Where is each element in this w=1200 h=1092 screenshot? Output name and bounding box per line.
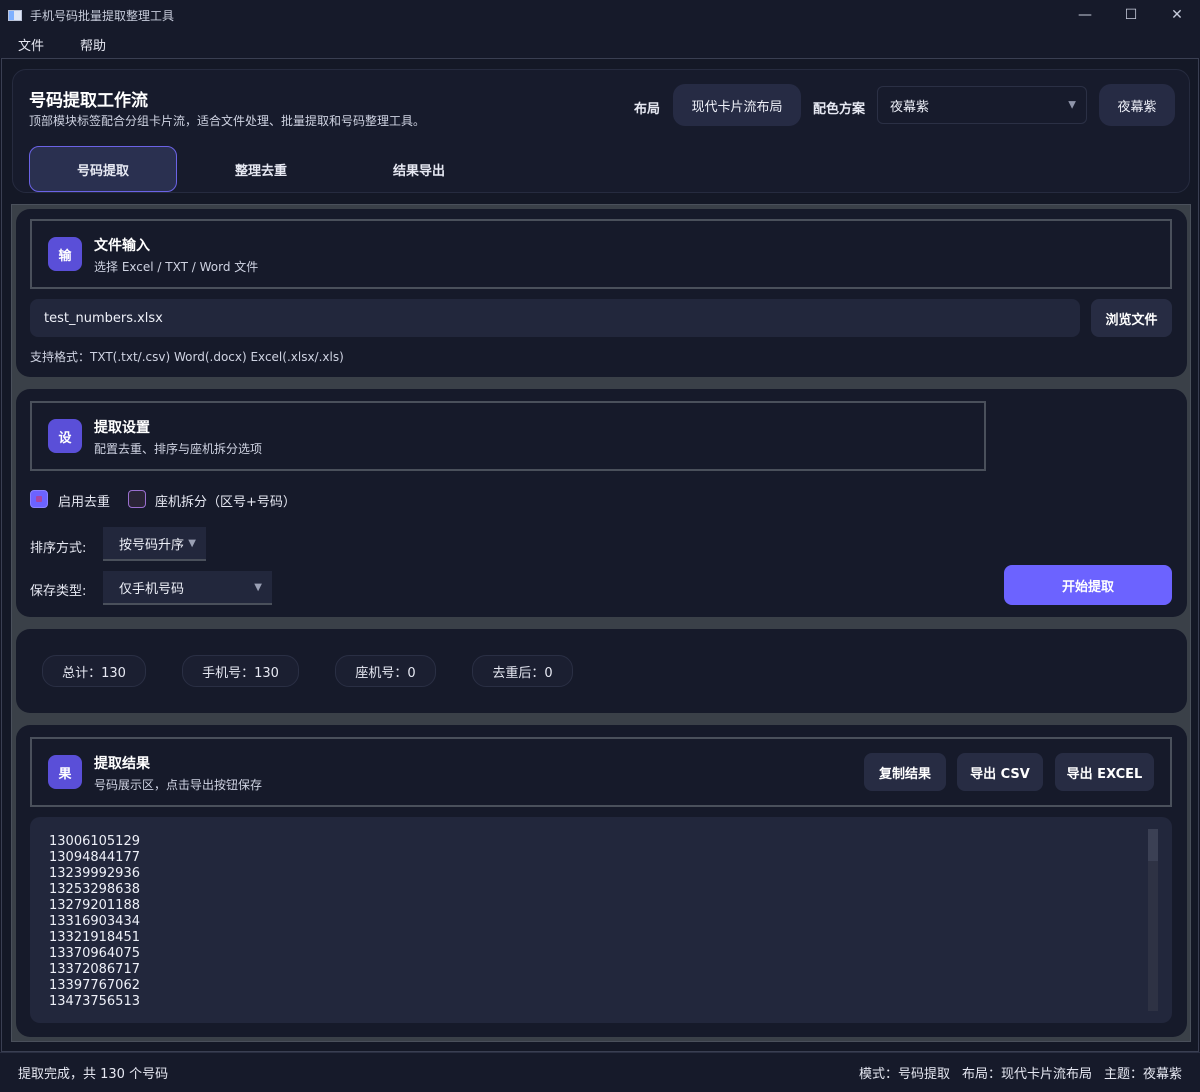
browse-file-button[interactable]: 浏览文件 bbox=[1091, 299, 1172, 337]
list-item: 13094844177 bbox=[49, 850, 140, 865]
results-badge: 果 bbox=[48, 755, 82, 789]
results-textarea[interactable]: 13006105129 13094844177 13239992936 1325… bbox=[30, 817, 1172, 1023]
tab-dedupe[interactable]: 整理去重 bbox=[187, 146, 335, 192]
file-input-panel: 输 文件输入 选择 Excel / TXT / Word 文件 test_num… bbox=[16, 209, 1187, 377]
list-item: 13279201188 bbox=[49, 898, 140, 913]
list-item: 13473756513 bbox=[49, 994, 140, 1009]
stat-landline: 座机号：0 bbox=[335, 655, 436, 687]
scrollbar-thumb[interactable] bbox=[1148, 829, 1158, 861]
export-csv-button[interactable]: 导出 CSV bbox=[957, 753, 1043, 791]
window-controls: — ☐ ✕ bbox=[1062, 0, 1200, 30]
results-subtitle: 号码展示区，点击导出按钮保存 bbox=[94, 778, 263, 792]
menu-file[interactable]: 文件 bbox=[0, 35, 62, 54]
list-item: 13370964075 bbox=[49, 946, 140, 961]
status-mode: 模式：号码提取 bbox=[858, 1067, 950, 1082]
start-extract-button[interactable]: 开始提取 bbox=[1004, 565, 1172, 605]
scheme-label: 配色方案 bbox=[813, 102, 866, 117]
tab-extract[interactable]: 号码提取 bbox=[29, 146, 177, 192]
stat-total: 总计：130 bbox=[42, 655, 146, 687]
chevron-down-icon: ▼ bbox=[188, 537, 196, 549]
window-title: 手机号码批量提取整理工具 bbox=[30, 8, 175, 23]
results-header: 果 提取结果 号码展示区，点击导出按钮保存 复制结果 导出 CSV 导出 EXC… bbox=[30, 737, 1172, 807]
menu-help[interactable]: 帮助 bbox=[62, 35, 124, 54]
sort-select-value: 按号码升序 bbox=[119, 537, 185, 553]
page-title: 号码提取工作流 bbox=[29, 91, 148, 111]
theme-button[interactable]: 夜幕紫 bbox=[1099, 84, 1175, 126]
dedupe-label: 启用去重 bbox=[58, 495, 111, 510]
chevron-down-icon: ▼ bbox=[1068, 99, 1076, 111]
title-bar: 手机号码批量提取整理工具 — ☐ ✕ bbox=[0, 0, 1200, 30]
stat-mobile: 手机号：130 bbox=[182, 655, 299, 687]
results-title: 提取结果 bbox=[94, 756, 150, 772]
status-theme: 主题：夜幕紫 bbox=[1103, 1067, 1182, 1082]
scheme-select[interactable]: 夜幕紫 ▼ bbox=[877, 86, 1087, 124]
maximize-icon[interactable]: ☐ bbox=[1108, 0, 1154, 30]
results-list: 13006105129 13094844177 13239992936 1325… bbox=[49, 834, 140, 1010]
settings-header: 设 提取设置 配置去重、排序与座机拆分选项 bbox=[30, 401, 986, 471]
app-icon bbox=[8, 9, 22, 21]
status-info: 模式：号码提取 布局：现代卡片流布局 主题：夜幕紫 bbox=[859, 1063, 1182, 1082]
dedupe-checkbox[interactable] bbox=[30, 490, 48, 508]
page-subtitle: 顶部模块标签配合分组卡片流，适合文件处理、批量提取和号码整理工具。 bbox=[29, 114, 426, 128]
settings-badge: 设 bbox=[48, 419, 82, 453]
close-icon[interactable]: ✕ bbox=[1154, 0, 1200, 30]
header-card: 号码提取工作流 顶部模块标签配合分组卡片流，适合文件处理、批量提取和号码整理工具… bbox=[12, 69, 1190, 193]
landline-split-label: 座机拆分（区号+号码） bbox=[155, 495, 296, 510]
settings-title: 提取设置 bbox=[94, 420, 150, 436]
landline-split-checkbox[interactable] bbox=[128, 490, 146, 508]
content-area: 输 文件输入 选择 Excel / TXT / Word 文件 test_num… bbox=[11, 204, 1191, 1042]
save-type-select-value: 仅手机号码 bbox=[119, 581, 185, 597]
file-input-header: 输 文件输入 选择 Excel / TXT / Word 文件 bbox=[30, 219, 1172, 289]
copy-results-button[interactable]: 复制结果 bbox=[864, 753, 946, 791]
file-input-badge: 输 bbox=[48, 237, 82, 271]
tab-export[interactable]: 结果导出 bbox=[345, 146, 493, 192]
list-item: 13372086717 bbox=[49, 962, 140, 977]
menu-bar: 文件 帮助 bbox=[0, 30, 1200, 58]
stats-panel: 总计：130 手机号：130 座机号：0 去重后：0 bbox=[16, 629, 1187, 713]
chevron-down-icon: ▼ bbox=[254, 581, 262, 593]
settings-subtitle: 配置去重、排序与座机拆分选项 bbox=[94, 442, 263, 456]
scheme-select-value: 夜幕紫 bbox=[890, 99, 930, 115]
list-item: 13397767062 bbox=[49, 978, 140, 993]
minimize-icon[interactable]: — bbox=[1062, 0, 1108, 30]
results-scrollbar[interactable] bbox=[1148, 829, 1158, 1011]
main-frame: 号码提取工作流 顶部模块标签配合分组卡片流，适合文件处理、批量提取和号码整理工具… bbox=[1, 58, 1199, 1052]
file-path-input[interactable]: test_numbers.xlsx bbox=[30, 299, 1080, 337]
save-type-select[interactable]: 仅手机号码 ▼ bbox=[103, 571, 272, 605]
export-excel-button[interactable]: 导出 EXCEL bbox=[1055, 753, 1154, 791]
list-item: 13321918451 bbox=[49, 930, 140, 945]
formats-hint: 支持格式：TXT(.txt/.csv) Word(.docx) Excel(.x… bbox=[30, 350, 344, 364]
results-panel: 果 提取结果 号码展示区，点击导出按钮保存 复制结果 导出 CSV 导出 EXC… bbox=[16, 725, 1187, 1037]
status-message: 提取完成，共 130 个号码 bbox=[18, 1067, 169, 1082]
sort-select[interactable]: 按号码升序 ▼ bbox=[103, 527, 206, 561]
sort-label: 排序方式: bbox=[30, 541, 87, 556]
settings-panel: 设 提取设置 配置去重、排序与座机拆分选项 启用去重 座机拆分（区号+号码） 排… bbox=[16, 389, 1187, 617]
layout-label: 布局 bbox=[634, 102, 661, 117]
file-input-title: 文件输入 bbox=[94, 238, 150, 254]
list-item: 13239992936 bbox=[49, 866, 140, 881]
status-bar: 提取完成，共 130 个号码 模式：号码提取 布局：现代卡片流布局 主题：夜幕紫 bbox=[0, 1052, 1200, 1092]
save-type-label: 保存类型: bbox=[30, 584, 87, 599]
list-item: 13253298638 bbox=[49, 882, 140, 897]
file-input-subtitle: 选择 Excel / TXT / Word 文件 bbox=[94, 260, 259, 274]
stat-deduped: 去重后：0 bbox=[472, 655, 573, 687]
list-item: 13006105129 bbox=[49, 834, 140, 849]
layout-button[interactable]: 现代卡片流布局 bbox=[673, 84, 801, 126]
list-item: 13316903434 bbox=[49, 914, 140, 929]
status-layout: 布局：现代卡片流布局 bbox=[961, 1067, 1092, 1082]
